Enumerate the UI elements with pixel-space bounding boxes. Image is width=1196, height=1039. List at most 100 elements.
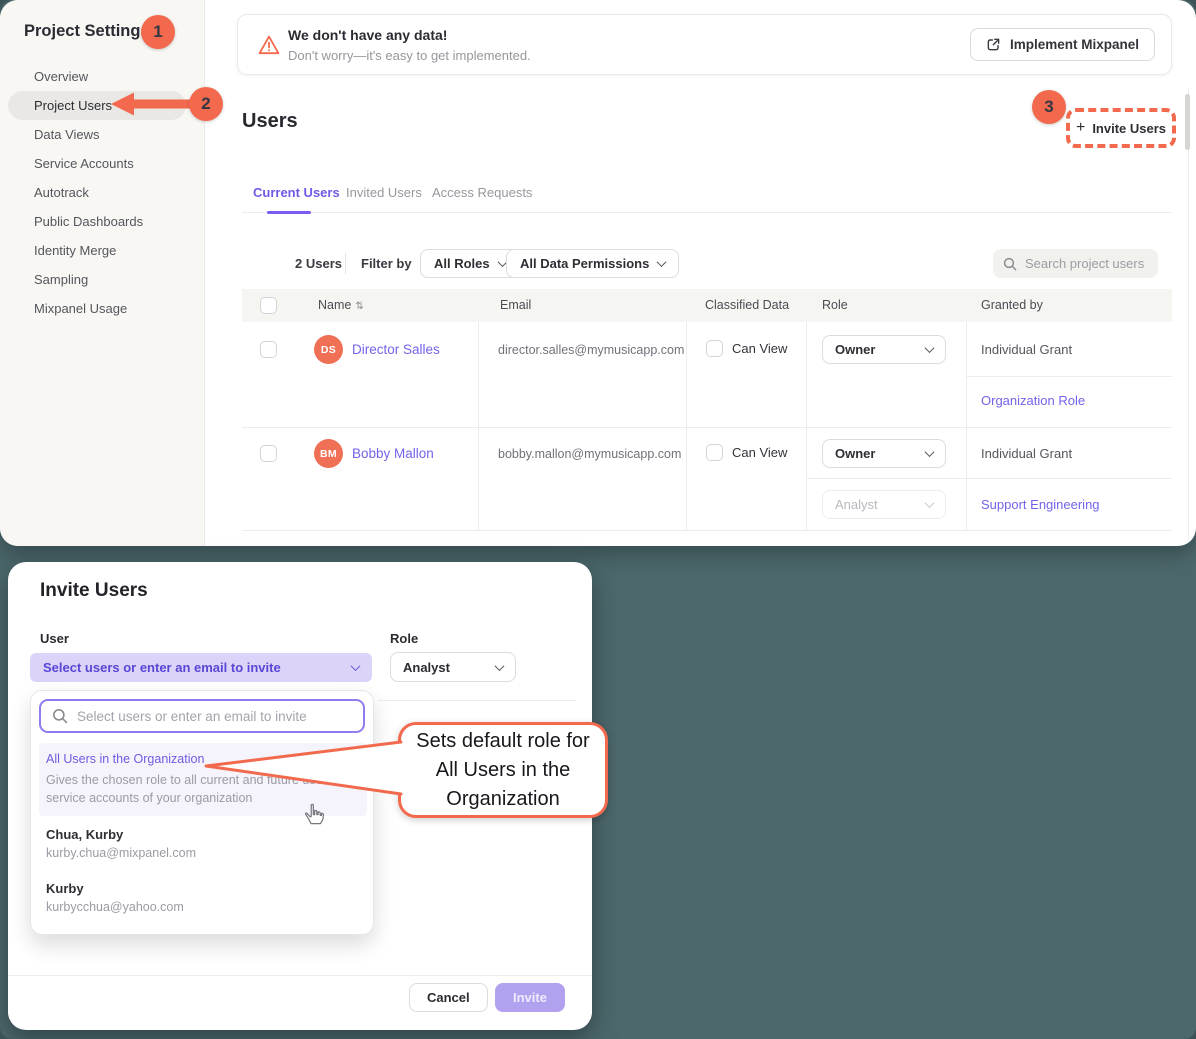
tab-invited-users[interactable]: Invited Users xyxy=(346,185,422,200)
scrollbar-track[interactable] xyxy=(1188,88,1189,540)
divider xyxy=(345,253,346,274)
filter-by-label: Filter by xyxy=(361,256,412,271)
tab-current-users[interactable]: Current Users xyxy=(253,185,340,200)
role-dropdown-disabled: Analyst xyxy=(822,490,946,519)
scrollbar-thumb[interactable] xyxy=(1185,94,1190,150)
tab-access-requests[interactable]: Access Requests xyxy=(432,185,532,200)
role-select-value: Analyst xyxy=(403,660,450,675)
sidebar-item-service-accounts[interactable]: Service Accounts xyxy=(0,149,204,178)
column-header-classified-data: Classified Data xyxy=(705,298,789,312)
users-tabs: Current Users Invited Users Access Reque… xyxy=(242,183,1172,213)
dialog-footer-divider xyxy=(8,975,592,976)
row-divider xyxy=(242,530,1172,531)
column-divider xyxy=(806,322,807,530)
granted-by-value: Individual Grant xyxy=(981,446,1072,461)
user-email: bobby.mallon@mymusicapp.com xyxy=(498,447,681,461)
column-header-role: Role xyxy=(822,298,848,312)
plus-icon: + xyxy=(1076,120,1085,136)
column-header-granted-by: Granted by xyxy=(981,298,1043,312)
dialog-title: Invite Users xyxy=(40,580,148,602)
user-select-dropdown[interactable]: Select users or enter an email to invite xyxy=(30,653,372,682)
column-header-name: Name⇅ xyxy=(318,298,364,312)
role-select-dropdown[interactable]: Analyst xyxy=(390,652,516,682)
user-email: director.salles@mymusicapp.com xyxy=(498,343,684,357)
select-all-checkbox[interactable] xyxy=(260,297,277,314)
can-view-checkbox[interactable] xyxy=(706,444,723,461)
annotation-callout-tail xyxy=(195,715,411,825)
chevron-down-icon xyxy=(925,498,935,508)
chevron-down-icon xyxy=(351,661,361,671)
page-title: Users xyxy=(242,110,298,133)
no-data-banner: We don't have any data! Don't worry—it's… xyxy=(237,14,1172,75)
chevron-down-icon xyxy=(925,447,935,457)
all-roles-label: All Roles xyxy=(434,256,490,271)
all-data-permissions-dropdown[interactable]: All Data Permissions xyxy=(506,249,679,278)
granted-by-link[interactable]: Support Engineering xyxy=(981,497,1100,512)
option-user-name[interactable]: Chua, Kurby xyxy=(46,827,123,842)
annotation-badge-2: 2 xyxy=(189,87,223,121)
role-dropdown[interactable]: Owner xyxy=(822,335,946,364)
user-select-value: Select users or enter an email to invite xyxy=(43,660,281,675)
screenshot-canvas: Project Settings Overview Project Users … xyxy=(0,0,1196,1039)
option-user-email: kurbycchua@yahoo.com xyxy=(46,900,184,914)
avatar: BM xyxy=(314,439,343,468)
granted-by-value: Individual Grant xyxy=(981,342,1072,357)
warning-icon xyxy=(257,33,281,57)
annotation-badge-3: 3 xyxy=(1032,90,1066,124)
classified-data-cell: Can View xyxy=(706,340,787,357)
search-project-users-input[interactable] xyxy=(1025,256,1145,271)
external-link-icon xyxy=(986,37,1001,52)
annotation-badge-1: 1 xyxy=(141,15,175,49)
sidebar-item-autotrack[interactable]: Autotrack xyxy=(0,178,204,207)
implement-mixpanel-button[interactable]: Implement Mixpanel xyxy=(970,28,1155,61)
can-view-checkbox[interactable] xyxy=(706,340,723,357)
user-name-link[interactable]: Director Salles xyxy=(352,342,440,357)
can-view-label: Can View xyxy=(732,341,787,356)
column-divider xyxy=(478,322,479,530)
banner-subtitle: Don't worry—it's easy to get implemented… xyxy=(288,48,531,63)
chevron-down-icon xyxy=(657,257,667,267)
sidebar-item-sampling[interactable]: Sampling xyxy=(0,265,204,294)
banner-title: We don't have any data! xyxy=(288,27,447,43)
all-data-permissions-label: All Data Permissions xyxy=(520,256,649,271)
classified-data-cell: Can View xyxy=(706,444,787,461)
sidebar-item-mixpanel-usage[interactable]: Mixpanel Usage xyxy=(0,294,204,323)
active-tab-underline xyxy=(267,211,311,214)
search-icon xyxy=(1003,257,1017,271)
grant-divider xyxy=(966,376,1172,377)
sort-icon[interactable]: ⇅ xyxy=(355,301,363,312)
row-divider xyxy=(242,427,1172,428)
invite-users-label: Invite Users xyxy=(1092,121,1166,136)
column-divider xyxy=(966,322,967,530)
option-user-email: kurby.chua@mixpanel.com xyxy=(46,846,196,860)
sidebar-item-data-views[interactable]: Data Views xyxy=(0,120,204,149)
sidebar-item-public-dashboards[interactable]: Public Dashboards xyxy=(0,207,204,236)
row-checkbox[interactable] xyxy=(260,341,277,358)
user-name-link[interactable]: Bobby Mallon xyxy=(352,446,434,461)
grant-divider xyxy=(806,478,1172,479)
granted-by-link[interactable]: Organization Role xyxy=(981,393,1085,408)
option-user-name[interactable]: Kurby xyxy=(46,881,84,896)
invite-submit-button[interactable]: Invite xyxy=(495,983,565,1012)
sidebar-item-overview[interactable]: Overview xyxy=(0,62,204,91)
all-roles-dropdown[interactable]: All Roles xyxy=(420,249,520,278)
annotation-dashed-highlight: + Invite Users xyxy=(1066,108,1176,148)
column-divider xyxy=(686,322,687,530)
chevron-down-icon xyxy=(925,343,935,353)
annotation-arrow xyxy=(106,90,200,118)
avatar: DS xyxy=(314,335,343,364)
row-checkbox[interactable] xyxy=(260,445,277,462)
sidebar-item-identity-merge[interactable]: Identity Merge xyxy=(0,236,204,265)
role-field-label: Role xyxy=(390,631,418,646)
divider xyxy=(378,700,576,701)
can-view-label: Can View xyxy=(732,445,787,460)
search-icon xyxy=(52,708,68,724)
sidebar-title: Project Settings xyxy=(24,22,150,41)
search-project-users[interactable] xyxy=(993,249,1158,278)
cancel-button[interactable]: Cancel xyxy=(409,983,488,1012)
role-dropdown[interactable]: Owner xyxy=(822,439,946,468)
invite-users-button[interactable]: + Invite Users xyxy=(1076,120,1166,136)
table-header: Name⇅ Email Classified Data Role Granted… xyxy=(242,289,1172,322)
implement-mixpanel-label: Implement Mixpanel xyxy=(1010,37,1139,52)
annotation-callout: Sets default role for All Users in the O… xyxy=(398,722,608,818)
